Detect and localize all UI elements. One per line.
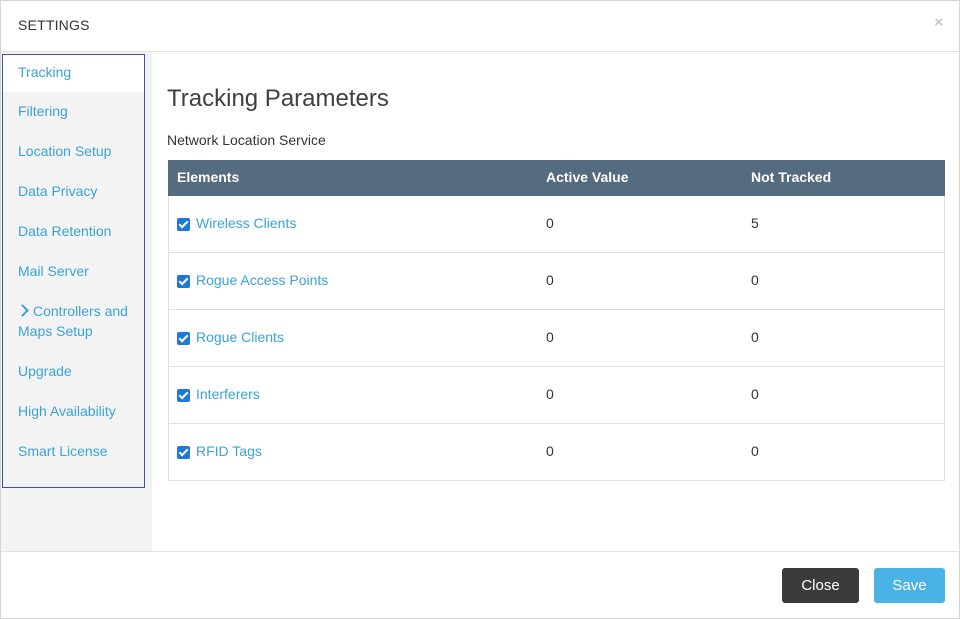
sidebar-item-label: Data Privacy xyxy=(18,183,98,199)
table-row: Interferers 0 0 xyxy=(169,367,944,424)
sidebar-item-smart-license[interactable]: Smart License xyxy=(3,441,144,461)
sidebar-item-label: Upgrade xyxy=(18,363,72,379)
modal-footer: Close Save xyxy=(1,551,959,618)
save-button[interactable]: Save xyxy=(874,568,945,603)
sidebar-item-upgrade[interactable]: Upgrade xyxy=(3,361,144,381)
sidebar-item-filtering[interactable]: Filtering xyxy=(3,101,144,121)
tracking-table: Elements Active Value Not Tracked Wirele… xyxy=(168,160,945,481)
row-checkbox[interactable] xyxy=(177,275,190,288)
sidebar-item-label: Filtering xyxy=(18,103,68,119)
table-row: Wireless Clients 0 5 xyxy=(169,196,944,253)
column-header-elements: Elements xyxy=(177,169,240,185)
sidebar-item-label: Location Setup xyxy=(18,143,112,159)
active-value-cell: 0 xyxy=(546,272,554,288)
row-checkbox[interactable] xyxy=(177,389,190,402)
element-name-link[interactable]: RFID Tags xyxy=(196,443,262,459)
table-row: Rogue Clients 0 0 xyxy=(169,310,944,367)
sidebar-item-label: Maps Setup xyxy=(18,323,93,339)
close-button[interactable]: Close xyxy=(782,568,859,603)
not-tracked-cell: 5 xyxy=(751,215,759,231)
modal-title: SETTINGS xyxy=(18,17,90,33)
active-value-cell: 0 xyxy=(546,386,554,402)
row-checkbox[interactable] xyxy=(177,218,190,231)
active-value-cell: 0 xyxy=(546,329,554,345)
sidebar-item-location-setup[interactable]: Location Setup xyxy=(3,141,144,161)
row-checkbox[interactable] xyxy=(177,446,190,459)
settings-modal: SETTINGS × Tracking Filtering Location S… xyxy=(0,0,960,619)
sidebar-item-label: Data Retention xyxy=(18,223,112,239)
sidebar-item-tracking[interactable]: Tracking xyxy=(3,55,144,92)
sidebar-item-label: Mail Server xyxy=(18,263,89,279)
table-row: RFID Tags 0 0 xyxy=(169,424,944,481)
element-name-link[interactable]: Wireless Clients xyxy=(196,215,296,231)
sidebar-item-label: Tracking xyxy=(18,64,72,80)
active-value-cell: 0 xyxy=(546,215,554,231)
sidebar-item-label: Controllers and xyxy=(33,303,128,319)
sidebar-item-label: Smart License xyxy=(18,443,108,459)
row-checkbox[interactable] xyxy=(177,332,190,345)
sidebar-item-data-retention[interactable]: Data Retention xyxy=(3,221,144,241)
page-title: Tracking Parameters xyxy=(167,85,389,112)
chevron-right-icon xyxy=(16,304,29,317)
sidebar-item-data-privacy[interactable]: Data Privacy xyxy=(3,181,144,201)
sidebar-item-label: High Availability xyxy=(18,403,116,419)
active-value-cell: 0 xyxy=(546,443,554,459)
not-tracked-cell: 0 xyxy=(751,443,759,459)
column-header-active-value: Active Value xyxy=(546,169,629,185)
table-row: Rogue Access Points 0 0 xyxy=(169,253,944,310)
settings-sidebar: Tracking Filtering Location Setup Data P… xyxy=(2,54,145,488)
element-name-link[interactable]: Rogue Access Points xyxy=(196,272,328,288)
not-tracked-cell: 0 xyxy=(751,329,759,345)
not-tracked-cell: 0 xyxy=(751,386,759,402)
not-tracked-cell: 0 xyxy=(751,272,759,288)
sidebar-item-controllers-maps-setup[interactable]: Controllers and Maps Setup xyxy=(3,301,144,341)
section-label: Network Location Service xyxy=(167,132,326,148)
column-header-not-tracked: Not Tracked xyxy=(751,169,832,185)
element-name-link[interactable]: Rogue Clients xyxy=(196,329,284,345)
sidebar-item-high-availability[interactable]: High Availability xyxy=(3,401,144,421)
close-icon[interactable]: × xyxy=(934,15,943,30)
sidebar-item-mail-server[interactable]: Mail Server xyxy=(3,261,144,281)
modal-header: SETTINGS × xyxy=(1,1,959,52)
element-name-link[interactable]: Interferers xyxy=(196,386,260,402)
table-header: Elements Active Value Not Tracked xyxy=(168,160,945,196)
